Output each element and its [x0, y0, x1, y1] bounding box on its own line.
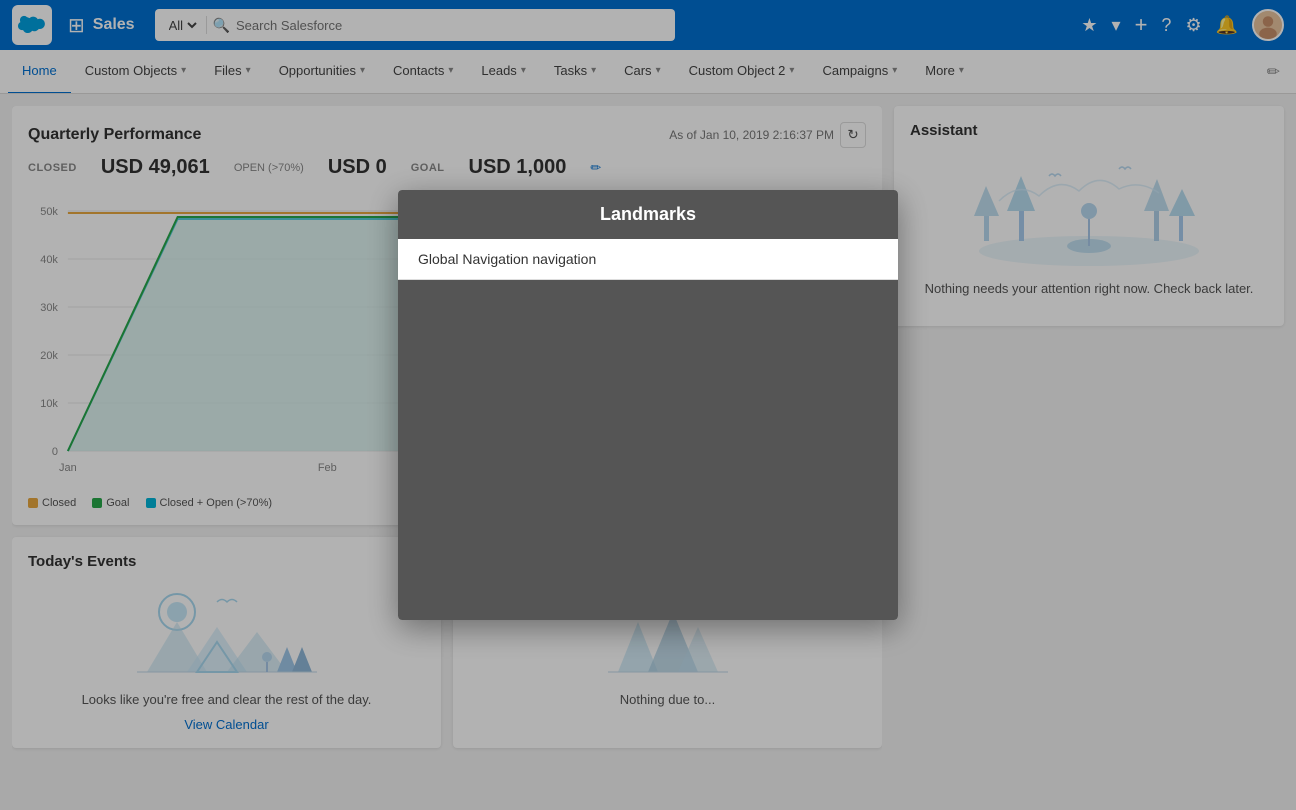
landmarks-modal: Landmarks Global Navigation navigation	[398, 190, 898, 620]
modal-overlay[interactable]: Landmarks Global Navigation navigation	[0, 0, 1296, 810]
landmarks-modal-body	[398, 280, 898, 620]
landmarks-modal-item[interactable]: Global Navigation navigation	[398, 239, 898, 280]
landmarks-modal-header: Landmarks	[398, 190, 898, 239]
